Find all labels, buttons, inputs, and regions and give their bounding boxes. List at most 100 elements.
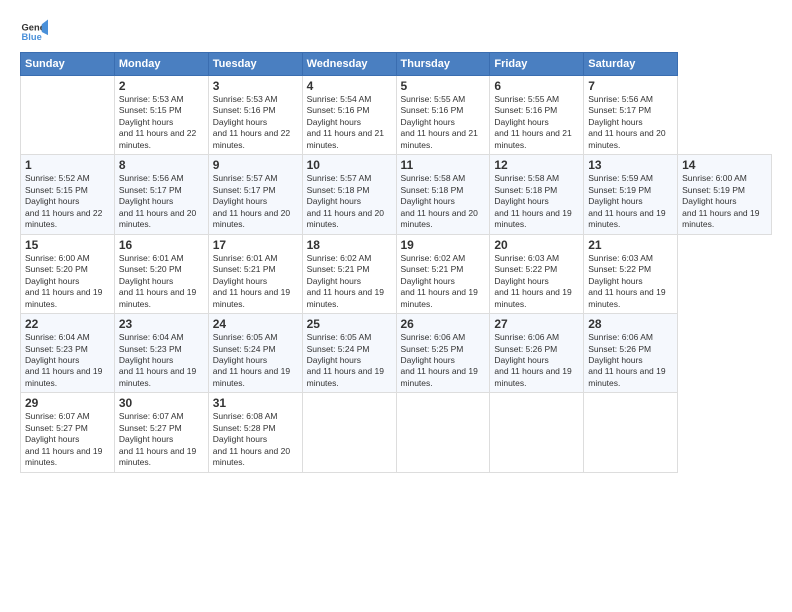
day-info: Sunrise: 6:00 AMSunset: 5:20 PMDaylight … — [25, 253, 102, 309]
calendar-cell: 2Sunrise: 5:53 AMSunset: 5:15 PMDaylight… — [114, 76, 208, 155]
day-info: Sunrise: 6:05 AMSunset: 5:24 PMDaylight … — [307, 332, 384, 388]
day-number: 23 — [119, 317, 204, 331]
day-info: Sunrise: 6:02 AMSunset: 5:21 PMDaylight … — [307, 253, 384, 309]
day-info: Sunrise: 5:54 AMSunset: 5:16 PMDaylight … — [307, 94, 384, 150]
day-number: 18 — [307, 238, 392, 252]
col-header-tuesday: Tuesday — [208, 53, 302, 76]
day-number: 15 — [25, 238, 110, 252]
calendar-cell: 1Sunrise: 5:52 AMSunset: 5:15 PMDaylight… — [21, 155, 115, 234]
day-number: 27 — [494, 317, 579, 331]
day-info: Sunrise: 6:00 AMSunset: 5:19 PMDaylight … — [682, 173, 759, 229]
day-info: Sunrise: 6:03 AMSunset: 5:22 PMDaylight … — [588, 253, 665, 309]
calendar-cell: 10Sunrise: 5:57 AMSunset: 5:18 PMDayligh… — [302, 155, 396, 234]
day-info: Sunrise: 5:58 AMSunset: 5:18 PMDaylight … — [494, 173, 571, 229]
day-info: Sunrise: 6:07 AMSunset: 5:27 PMDaylight … — [25, 411, 102, 467]
day-number: 1 — [25, 158, 110, 172]
col-header-saturday: Saturday — [584, 53, 678, 76]
day-info: Sunrise: 5:53 AMSunset: 5:15 PMDaylight … — [119, 94, 196, 150]
day-number: 7 — [588, 79, 673, 93]
day-number: 29 — [25, 396, 110, 410]
calendar-cell: 7Sunrise: 5:56 AMSunset: 5:17 PMDaylight… — [584, 76, 678, 155]
day-number: 19 — [401, 238, 486, 252]
calendar-cell: 3Sunrise: 5:53 AMSunset: 5:16 PMDaylight… — [208, 76, 302, 155]
week-row-0: 2Sunrise: 5:53 AMSunset: 5:15 PMDaylight… — [21, 76, 772, 155]
day-number: 22 — [25, 317, 110, 331]
page: General Blue SundayMondayTuesdayWednesda… — [0, 0, 792, 612]
day-info: Sunrise: 6:06 AMSunset: 5:26 PMDaylight … — [588, 332, 665, 388]
day-number: 13 — [588, 158, 673, 172]
day-info: Sunrise: 6:08 AMSunset: 5:28 PMDaylight … — [213, 411, 290, 467]
svg-text:Blue: Blue — [22, 32, 42, 42]
calendar-cell: 20Sunrise: 6:03 AMSunset: 5:22 PMDayligh… — [490, 234, 584, 313]
calendar-cell: 13Sunrise: 5:59 AMSunset: 5:19 PMDayligh… — [584, 155, 678, 234]
calendar-cell: 19Sunrise: 6:02 AMSunset: 5:21 PMDayligh… — [396, 234, 490, 313]
day-info: Sunrise: 5:59 AMSunset: 5:19 PMDaylight … — [588, 173, 665, 229]
day-info: Sunrise: 6:04 AMSunset: 5:23 PMDaylight … — [119, 332, 196, 388]
day-number: 21 — [588, 238, 673, 252]
day-number: 17 — [213, 238, 298, 252]
day-info: Sunrise: 6:06 AMSunset: 5:26 PMDaylight … — [494, 332, 571, 388]
calendar-cell: 17Sunrise: 6:01 AMSunset: 5:21 PMDayligh… — [208, 234, 302, 313]
calendar-cell: 15Sunrise: 6:00 AMSunset: 5:20 PMDayligh… — [21, 234, 115, 313]
day-info: Sunrise: 6:01 AMSunset: 5:21 PMDaylight … — [213, 253, 290, 309]
day-number: 16 — [119, 238, 204, 252]
col-header-sunday: Sunday — [21, 53, 115, 76]
calendar-cell — [21, 76, 115, 155]
calendar-cell: 4Sunrise: 5:54 AMSunset: 5:16 PMDaylight… — [302, 76, 396, 155]
calendar-cell: 21Sunrise: 6:03 AMSunset: 5:22 PMDayligh… — [584, 234, 678, 313]
calendar-cell: 14Sunrise: 6:00 AMSunset: 5:19 PMDayligh… — [678, 155, 772, 234]
day-info: Sunrise: 6:04 AMSunset: 5:23 PMDaylight … — [25, 332, 102, 388]
day-number: 26 — [401, 317, 486, 331]
calendar-cell — [302, 393, 396, 472]
day-info: Sunrise: 6:05 AMSunset: 5:24 PMDaylight … — [213, 332, 290, 388]
calendar-cell: 6Sunrise: 5:55 AMSunset: 5:16 PMDaylight… — [490, 76, 584, 155]
day-info: Sunrise: 5:55 AMSunset: 5:16 PMDaylight … — [494, 94, 571, 150]
day-number: 6 — [494, 79, 579, 93]
day-number: 24 — [213, 317, 298, 331]
calendar-cell: 30Sunrise: 6:07 AMSunset: 5:27 PMDayligh… — [114, 393, 208, 472]
day-number: 10 — [307, 158, 392, 172]
calendar-cell: 12Sunrise: 5:58 AMSunset: 5:18 PMDayligh… — [490, 155, 584, 234]
logo-icon: General Blue — [20, 18, 48, 46]
calendar-cell — [396, 393, 490, 472]
week-row-4: 29Sunrise: 6:07 AMSunset: 5:27 PMDayligh… — [21, 393, 772, 472]
day-number: 4 — [307, 79, 392, 93]
day-number: 25 — [307, 317, 392, 331]
calendar-cell: 31Sunrise: 6:08 AMSunset: 5:28 PMDayligh… — [208, 393, 302, 472]
day-info: Sunrise: 5:56 AMSunset: 5:17 PMDaylight … — [119, 173, 196, 229]
header: General Blue — [20, 18, 772, 46]
logo: General Blue — [20, 18, 48, 46]
day-number: 2 — [119, 79, 204, 93]
day-number: 20 — [494, 238, 579, 252]
day-number: 30 — [119, 396, 204, 410]
calendar-cell: 8Sunrise: 5:56 AMSunset: 5:17 PMDaylight… — [114, 155, 208, 234]
calendar-table: SundayMondayTuesdayWednesdayThursdayFrid… — [20, 52, 772, 473]
day-number: 8 — [119, 158, 204, 172]
day-info: Sunrise: 6:07 AMSunset: 5:27 PMDaylight … — [119, 411, 196, 467]
day-info: Sunrise: 5:58 AMSunset: 5:18 PMDaylight … — [401, 173, 478, 229]
calendar-cell: 11Sunrise: 5:58 AMSunset: 5:18 PMDayligh… — [396, 155, 490, 234]
day-info: Sunrise: 6:01 AMSunset: 5:20 PMDaylight … — [119, 253, 196, 309]
calendar-cell: 23Sunrise: 6:04 AMSunset: 5:23 PMDayligh… — [114, 314, 208, 393]
calendar-cell: 5Sunrise: 5:55 AMSunset: 5:16 PMDaylight… — [396, 76, 490, 155]
calendar-cell: 24Sunrise: 6:05 AMSunset: 5:24 PMDayligh… — [208, 314, 302, 393]
day-number: 11 — [401, 158, 486, 172]
day-info: Sunrise: 6:06 AMSunset: 5:25 PMDaylight … — [401, 332, 478, 388]
calendar-cell: 18Sunrise: 6:02 AMSunset: 5:21 PMDayligh… — [302, 234, 396, 313]
day-info: Sunrise: 5:52 AMSunset: 5:15 PMDaylight … — [25, 173, 102, 229]
day-info: Sunrise: 5:55 AMSunset: 5:16 PMDaylight … — [401, 94, 478, 150]
calendar-cell: 26Sunrise: 6:06 AMSunset: 5:25 PMDayligh… — [396, 314, 490, 393]
day-info: Sunrise: 5:57 AMSunset: 5:18 PMDaylight … — [307, 173, 384, 229]
calendar-cell: 25Sunrise: 6:05 AMSunset: 5:24 PMDayligh… — [302, 314, 396, 393]
week-row-3: 22Sunrise: 6:04 AMSunset: 5:23 PMDayligh… — [21, 314, 772, 393]
day-number: 31 — [213, 396, 298, 410]
calendar-cell: 16Sunrise: 6:01 AMSunset: 5:20 PMDayligh… — [114, 234, 208, 313]
day-info: Sunrise: 5:57 AMSunset: 5:17 PMDaylight … — [213, 173, 290, 229]
week-row-2: 15Sunrise: 6:00 AMSunset: 5:20 PMDayligh… — [21, 234, 772, 313]
week-row-1: 1Sunrise: 5:52 AMSunset: 5:15 PMDaylight… — [21, 155, 772, 234]
calendar-cell: 28Sunrise: 6:06 AMSunset: 5:26 PMDayligh… — [584, 314, 678, 393]
calendar-cell: 29Sunrise: 6:07 AMSunset: 5:27 PMDayligh… — [21, 393, 115, 472]
col-header-friday: Friday — [490, 53, 584, 76]
col-header-thursday: Thursday — [396, 53, 490, 76]
day-number: 9 — [213, 158, 298, 172]
